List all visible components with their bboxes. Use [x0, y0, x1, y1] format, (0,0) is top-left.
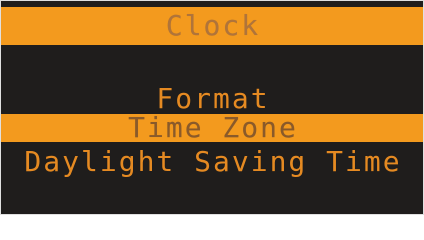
page-title: Clock: [165, 9, 261, 42]
menu-item-label: Time Zone: [128, 111, 298, 144]
menu-item-time-zone[interactable]: Time Zone: [1, 111, 423, 144]
clock-menu-screen: Clock Format Time Zone Daylight Saving T…: [0, 0, 424, 215]
title-bar: Clock: [1, 7, 423, 45]
menu-item-daylight-saving-time[interactable]: Daylight Saving Time: [1, 145, 423, 178]
menu-item-format[interactable]: Format: [1, 82, 423, 115]
menu-item-label: Format: [156, 82, 270, 115]
menu-item-label: Daylight Saving Time: [24, 145, 402, 178]
